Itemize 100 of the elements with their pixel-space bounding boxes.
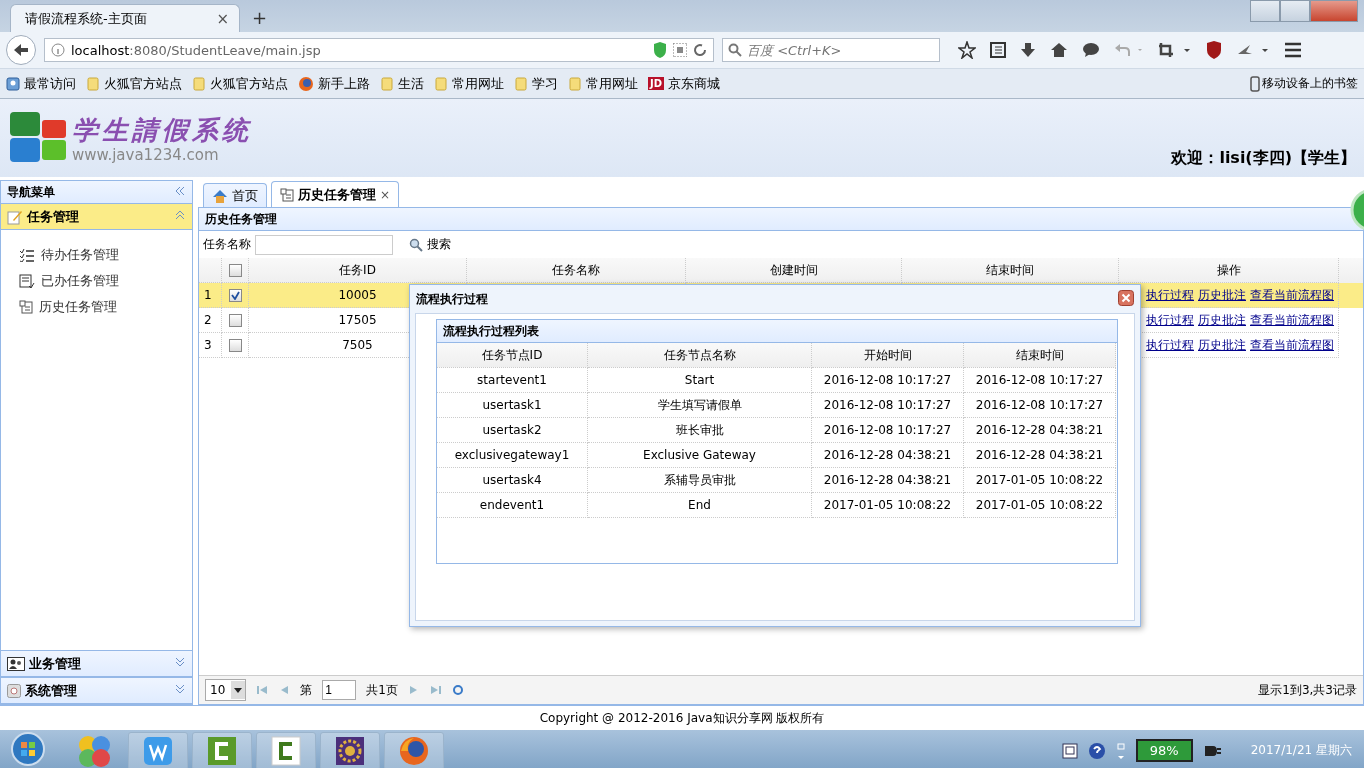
accordion-header[interactable]: 任务管理 bbox=[1, 204, 192, 230]
browser-tab[interactable]: 请假流程系统-主页面 × bbox=[10, 4, 240, 32]
task-name-field[interactable] bbox=[255, 234, 393, 255]
last-page-icon bbox=[429, 684, 442, 696]
bookmark-link[interactable]: 火狐官方站点 bbox=[210, 74, 288, 93]
table-cell: 2016-12-08 10:17:27 bbox=[823, 423, 952, 437]
accordion-header[interactable]: 系统管理 bbox=[1, 677, 192, 704]
row-checkbox[interactable] bbox=[228, 313, 242, 327]
column-header[interactable]: 任务ID bbox=[339, 261, 376, 279]
arrow-left-icon bbox=[13, 43, 29, 57]
new-tab-button[interactable]: + bbox=[252, 7, 268, 28]
bookmark-icon bbox=[6, 76, 20, 91]
refresh-icon bbox=[451, 684, 464, 696]
action-link[interactable]: 执行过程 bbox=[1146, 336, 1194, 354]
w-letter-tile-icon bbox=[143, 735, 173, 766]
column-header[interactable]: 操作 bbox=[1216, 261, 1241, 279]
menu-item[interactable]: 已办任务管理 bbox=[41, 272, 119, 290]
menu-item[interactable]: 待办任务管理 bbox=[41, 246, 119, 264]
action-link[interactable]: 历史批注 bbox=[1198, 336, 1246, 354]
page-number-field[interactable]: 1 bbox=[322, 680, 357, 700]
table-cell: 系辅导员审批 bbox=[663, 471, 736, 489]
shield-icon bbox=[1206, 41, 1222, 59]
action-link[interactable]: 执行过程 bbox=[1146, 311, 1194, 329]
search-field[interactable]: 百度 <Ctrl+K> bbox=[722, 38, 940, 62]
search-icon bbox=[728, 43, 742, 57]
table-cell: exclusivegateway1 bbox=[454, 448, 570, 462]
tray-arrows-icon bbox=[1115, 741, 1126, 760]
minimize-button[interactable] bbox=[1250, 0, 1280, 22]
bookmark-link[interactable]: 最常访问 bbox=[24, 74, 76, 93]
restore-button[interactable] bbox=[1280, 0, 1310, 22]
action-link[interactable]: 查看当前流程图 bbox=[1250, 311, 1334, 329]
action-link[interactable]: 历史批注 bbox=[1198, 286, 1246, 304]
column-header[interactable]: 任务名称 bbox=[552, 261, 600, 279]
folder-icon bbox=[514, 76, 528, 91]
folder-icon bbox=[192, 76, 206, 91]
row-number: 1 bbox=[204, 288, 212, 302]
table-cell: Exclusive Gateway bbox=[643, 448, 756, 462]
action-link[interactable]: 查看当前流程图 bbox=[1250, 336, 1334, 354]
select-all-checkbox[interactable] bbox=[228, 263, 242, 277]
column-header[interactable]: 结束时间 bbox=[986, 261, 1034, 279]
table-cell: usertask4 bbox=[482, 473, 542, 487]
caret-icon bbox=[234, 687, 243, 693]
table-cell: 2017-01-05 10:08:22 bbox=[975, 498, 1104, 512]
reload-icon bbox=[693, 43, 707, 57]
field-label: 任务名称 bbox=[203, 236, 251, 253]
accordion-header[interactable]: 业务管理 bbox=[1, 650, 192, 677]
table-cell: 2017-01-05 10:08:22 bbox=[975, 473, 1104, 487]
document-icon bbox=[19, 300, 33, 314]
table-cell: 2016-12-28 04:38:21 bbox=[823, 448, 952, 462]
table-cell: 17505 bbox=[338, 313, 377, 327]
row-checkbox[interactable] bbox=[228, 338, 242, 352]
table-cell: 2016-12-08 10:17:27 bbox=[975, 398, 1104, 412]
info-icon bbox=[51, 43, 65, 57]
mobile-bookmarks-link[interactable]: 移动设备上的书签 bbox=[1262, 75, 1358, 92]
search-icon bbox=[409, 237, 423, 252]
site-title: 学生請假系统 bbox=[72, 113, 252, 147]
panel-title: 导航菜单 bbox=[7, 183, 55, 201]
dropdown-button[interactable] bbox=[231, 681, 246, 699]
qr-code-icon bbox=[673, 43, 687, 57]
collapse-icon bbox=[174, 209, 186, 221]
page-size-select[interactable]: 10 bbox=[205, 679, 247, 701]
reading-list-icon bbox=[990, 42, 1006, 58]
bookmark-link[interactable]: 新手上路 bbox=[318, 74, 370, 93]
action-link[interactable]: 执行过程 bbox=[1146, 286, 1194, 304]
phone-icon bbox=[1250, 75, 1260, 92]
table-cell: End bbox=[688, 498, 711, 512]
back-button[interactable] bbox=[6, 35, 36, 65]
bookmark-link[interactable]: 常用网址 bbox=[586, 74, 638, 93]
address-bar[interactable]: localhost:8080/StudentLeave/main.jsp bbox=[44, 38, 714, 62]
bookmark-link[interactable]: 生活 bbox=[398, 74, 424, 93]
table-cell: Start bbox=[684, 373, 715, 387]
tab[interactable]: 首页 bbox=[203, 183, 267, 207]
bookmark-link[interactable]: 京东商城 bbox=[668, 74, 721, 93]
column-header[interactable]: 创建时间 bbox=[769, 261, 818, 279]
first-page-icon bbox=[256, 684, 269, 696]
crop-icon bbox=[1158, 42, 1192, 58]
row-number: 2 bbox=[204, 313, 212, 327]
folder-icon bbox=[86, 76, 100, 91]
tab[interactable]: 历史任务管理 × bbox=[271, 181, 400, 207]
table-cell: 学生填写请假单 bbox=[657, 396, 742, 414]
table-cell: usertask1 bbox=[482, 398, 542, 412]
action-link[interactable]: 查看当前流程图 bbox=[1250, 286, 1334, 304]
bookmark-link[interactable]: 火狐官方站点 bbox=[104, 74, 182, 93]
clock-date: 2017/1/21 星期六 bbox=[1250, 742, 1352, 759]
start-orb-icon bbox=[10, 731, 46, 767]
site-url: www.java1234.com bbox=[72, 145, 220, 164]
table-cell: 2016-12-08 10:17:27 bbox=[975, 373, 1104, 387]
action-link[interactable]: 历史批注 bbox=[1198, 311, 1246, 329]
close-button[interactable] bbox=[1310, 0, 1358, 22]
menu-item[interactable]: 历史任务管理 bbox=[39, 298, 117, 316]
chat-icon bbox=[1082, 42, 1100, 58]
row-checkbox[interactable] bbox=[228, 288, 242, 302]
bookmark-link[interactable]: 常用网址 bbox=[452, 74, 504, 93]
table-cell: 7505 bbox=[342, 338, 373, 352]
plug-icon bbox=[1202, 743, 1221, 758]
bookmark-link[interactable]: 学习 bbox=[532, 74, 558, 93]
c-letter-tile-icon bbox=[271, 735, 301, 766]
search-button[interactable]: 搜索 bbox=[407, 234, 453, 255]
table-cell: 2016-12-08 10:17:27 bbox=[823, 398, 952, 412]
document-check-icon bbox=[19, 274, 35, 288]
